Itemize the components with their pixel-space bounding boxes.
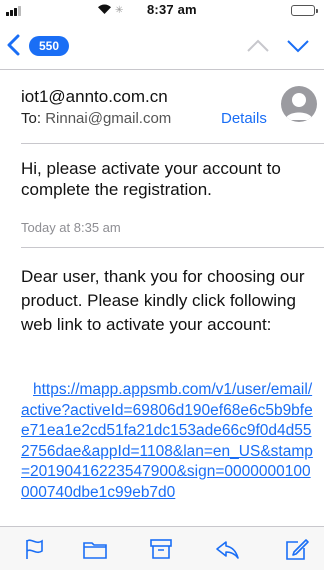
- message-body: Dear user, thank you for choosing our pr…: [21, 267, 305, 334]
- wifi-icon: [98, 4, 111, 14]
- recipient-address[interactable]: Rinnai@gmail.com: [45, 110, 171, 127]
- message-date: Today at 8:35 am: [21, 220, 121, 235]
- sender-address[interactable]: iot1@annto.com.cn: [21, 87, 168, 107]
- up-chevron-icon[interactable]: [246, 39, 270, 53]
- compose-icon[interactable]: [284, 537, 310, 561]
- back-chevron-icon[interactable]: [6, 34, 22, 56]
- folder-icon[interactable]: [82, 537, 108, 561]
- bottom-toolbar: [0, 526, 324, 570]
- message-subject: Hi, please activate your account to comp…: [21, 159, 281, 199]
- flag-icon[interactable]: [22, 537, 48, 561]
- battery-icon: [291, 5, 318, 16]
- person-icon: [285, 93, 313, 120]
- archive-icon[interactable]: [148, 537, 174, 561]
- avatar[interactable]: [281, 86, 317, 122]
- nav-bar: 550: [0, 20, 324, 70]
- recipient-line: To: Rinnai@gmail.com: [21, 110, 171, 127]
- unread-count-badge[interactable]: 550: [29, 36, 69, 56]
- header-divider: [21, 143, 324, 144]
- status-time: 8:37 am: [147, 2, 197, 17]
- subject-divider: [21, 247, 324, 248]
- to-label: To:: [21, 110, 42, 127]
- signal-icon: [6, 6, 21, 16]
- reply-icon[interactable]: [214, 537, 240, 561]
- loading-icon: ✳: [115, 5, 124, 16]
- details-link[interactable]: Details: [221, 110, 267, 127]
- activation-link-text[interactable]: https://mapp.appsmb.com/v1/user/email/ac…: [21, 381, 313, 501]
- status-bar: ✳ 8:37 am: [0, 0, 324, 20]
- activation-link[interactable]: https://mapp.appsmb.com/v1/user/email/ac…: [21, 380, 316, 503]
- down-chevron-icon[interactable]: [286, 39, 310, 53]
